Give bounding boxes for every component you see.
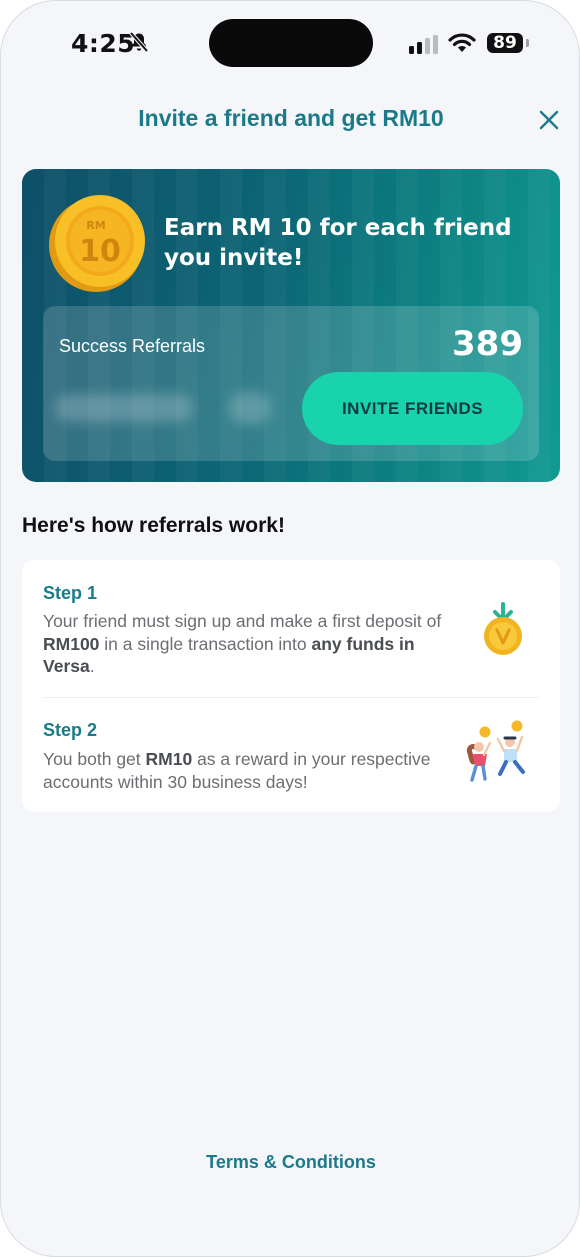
wifi-icon — [448, 33, 476, 52]
success-referrals-count: 389 — [452, 324, 523, 364]
battery-level: 89 — [487, 33, 523, 53]
coin-icon: RM 10 — [49, 195, 145, 292]
hero-title-line1: Earn RM 10 for each friend — [164, 215, 512, 241]
step-1-title: Step 1 — [43, 583, 98, 603]
how-it-works-heading: Here's how referrals work! — [22, 514, 285, 537]
steps-divider — [43, 697, 539, 698]
cellular-signal-icon — [409, 35, 438, 54]
page-title: Invite a friend and get RM10 — [138, 105, 444, 131]
blurred-copy-icon — [229, 392, 271, 424]
dynamic-island — [209, 19, 373, 67]
success-referrals-label: Success Referrals — [59, 336, 206, 356]
step-1-description: Your friend must sign up and make a firs… — [43, 610, 453, 678]
referral-stats-box: Success Referrals 389 INVITE FRIENDS — [43, 306, 539, 461]
celebrating-friends-icon — [466, 720, 525, 782]
close-icon[interactable] — [537, 108, 561, 132]
phone-screen: 4:25 89 Invite a friend and get RM10 RM … — [0, 0, 580, 1257]
blurred-referral-code — [55, 394, 193, 422]
battery-tip — [526, 39, 529, 47]
step-1-text-b: in a single transaction into — [99, 633, 312, 654]
deposit-coin-icon — [484, 602, 522, 655]
hero-title: Earn RM 10 for each friend you invite! — [164, 213, 524, 273]
coin-value-text: 10 — [79, 234, 121, 269]
hero-title-line2: you invite! — [164, 245, 304, 271]
step-2-text-a: You both get — [43, 749, 146, 769]
step-1-text-c: . — [89, 656, 95, 676]
bell-muted-icon — [129, 31, 149, 53]
step-1-text-a: Your friend must sign up and make a firs… — [43, 611, 442, 631]
steps-card: Step 1 Your friend must sign up and make… — [22, 560, 560, 812]
step-2-description: You both get RM10 as a reward in your re… — [43, 748, 463, 793]
coin-currency-text: RM — [86, 219, 105, 232]
step-2-title: Step 2 — [43, 720, 98, 740]
step-1-amount: RM100 — [43, 633, 100, 654]
status-time: 4:25 — [71, 29, 136, 58]
step-2-amount: RM10 — [145, 749, 193, 769]
terms-and-conditions-link[interactable]: Terms & Conditions — [1, 1152, 579, 1173]
referral-hero-card: RM 10 Earn RM 10 for each friend you inv… — [22, 169, 560, 482]
invite-friends-button[interactable]: INVITE FRIENDS — [302, 372, 523, 445]
